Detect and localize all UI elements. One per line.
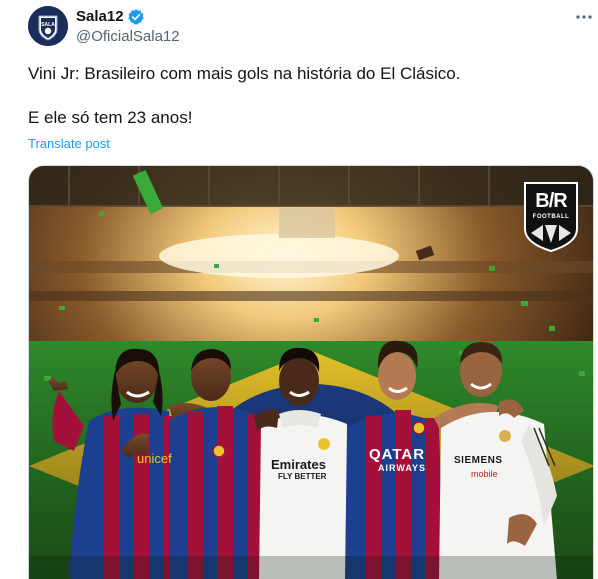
user-handle[interactable]: @OficialSala12	[76, 28, 180, 45]
more-options-button[interactable]	[574, 9, 594, 25]
post-text-line-1: Vini Jr: Brasileiro com mais gols na his…	[28, 64, 461, 83]
avatar[interactable]: SALA	[28, 6, 68, 46]
player1-sponsor-text: unicef	[137, 451, 172, 466]
player5-sponsor-bottom-text: mobile	[471, 469, 498, 479]
logo-subtext: FOOTBALL	[532, 214, 570, 220]
logo-text: B/R	[535, 190, 567, 212]
player3-sponsor-top-text: Emirates	[271, 457, 326, 472]
player5-sponsor-top-text: SIEMENS	[454, 455, 503, 466]
verified-badge-icon	[127, 8, 144, 25]
player3-sponsor-bottom-text: FLY BETTER	[278, 472, 327, 481]
display-name[interactable]: Sala12	[76, 8, 124, 25]
post-text-line-2: E ele só tem 23 anos!	[28, 108, 193, 127]
football-legends-artwork	[29, 166, 593, 579]
club-crest-icon: SALA	[28, 6, 68, 46]
more-options-icon	[576, 15, 592, 19]
avatar-text: SALA	[41, 22, 55, 28]
bleacher-report-logo: B/R FOOTBALL	[523, 181, 579, 253]
post-image[interactable]: unicef Emirates FLY BETTER QATAR AIRWAYS…	[28, 165, 594, 579]
post-header: Sala12 @OficialSala12	[76, 7, 180, 45]
player4-sponsor-top-text: QATAR	[369, 446, 426, 463]
post-text: Vini Jr: Brasileiro com mais gols na his…	[28, 63, 588, 129]
translate-post-link[interactable]: Translate post	[28, 136, 110, 151]
post-card: SALA Sala12 @OficialSala12 Vini Jr: Bras…	[0, 0, 598, 579]
player4-sponsor-bottom-text: AIRWAYS	[378, 463, 427, 473]
